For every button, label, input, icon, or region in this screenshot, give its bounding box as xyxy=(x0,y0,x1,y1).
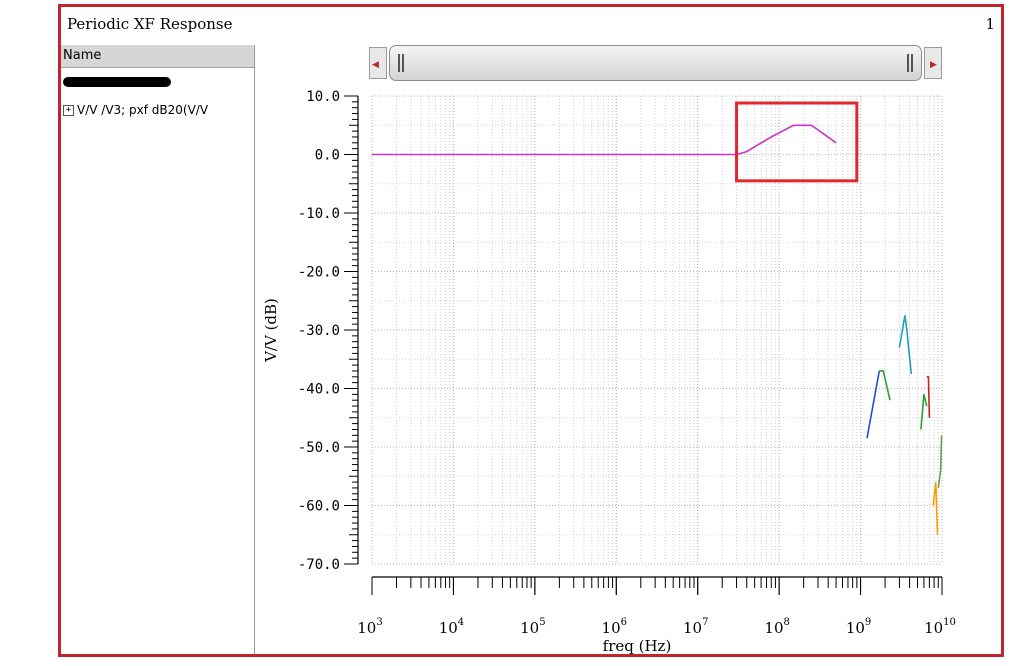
x-tick-label: 109 xyxy=(846,617,871,637)
y-tick-label: 10.0 xyxy=(306,89,340,105)
y-axis-label: V/V (dB) xyxy=(262,298,280,363)
y-tick-label: -30.0 xyxy=(298,323,340,339)
x-tick-label: 104 xyxy=(439,617,464,637)
y-tick-label: -70.0 xyxy=(298,557,340,573)
x-axis-label: freq (Hz) xyxy=(603,637,672,655)
y-tick-label: -40.0 xyxy=(298,382,340,398)
x-tick-label: 105 xyxy=(520,617,545,637)
y-tick-label: -50.0 xyxy=(298,440,340,456)
x-tick-label: 103 xyxy=(357,617,382,637)
x-tick-label: 106 xyxy=(602,617,627,637)
x-tick-label: 108 xyxy=(764,617,789,637)
y-tick-label: -10.0 xyxy=(298,206,340,222)
x-tick-label: 1010 xyxy=(924,617,956,637)
y-tick-label: 0.0 xyxy=(315,148,340,164)
y-tick-label: -20.0 xyxy=(298,265,340,281)
plot-area[interactable]: 10.0 0.0 -10.0 -20.0 -30.0 -40.0 -50.0 -60.0 -70… xyxy=(0,0,1013,666)
y-tick-label: -60.0 xyxy=(298,499,340,515)
x-tick-label: 107 xyxy=(683,617,708,637)
